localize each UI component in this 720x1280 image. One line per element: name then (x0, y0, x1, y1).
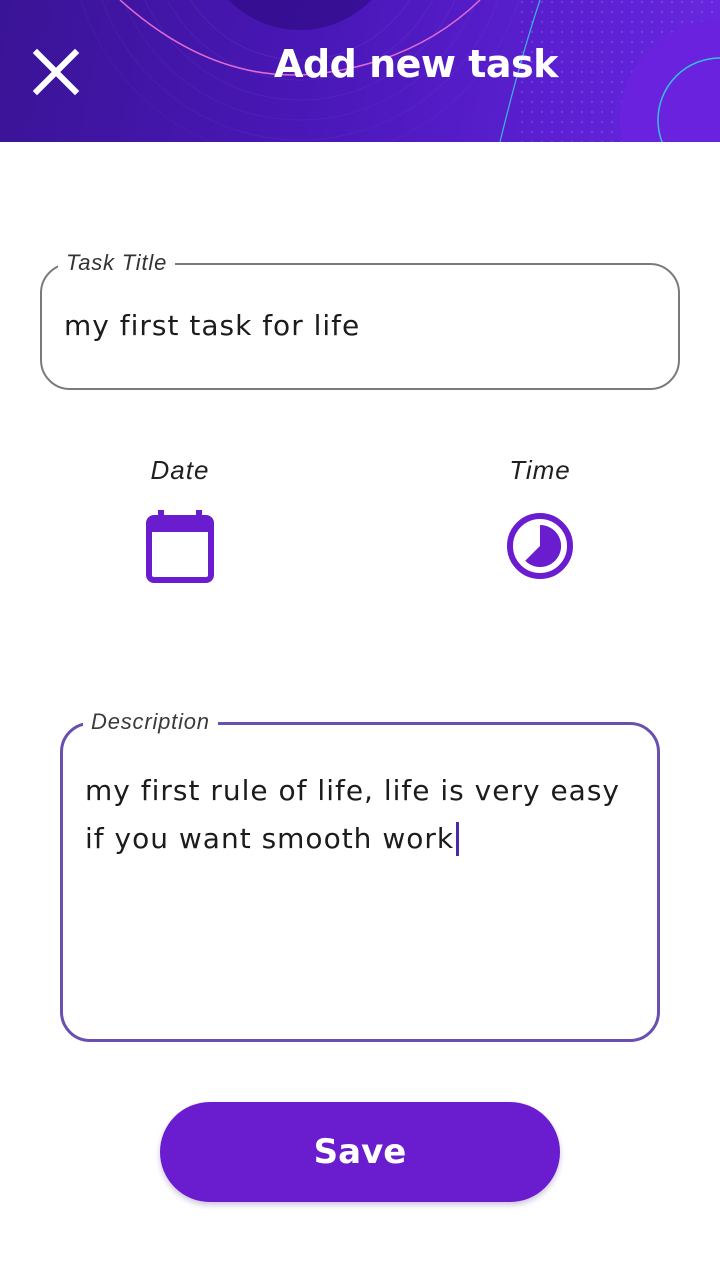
save-button[interactable]: Save (160, 1102, 560, 1202)
text-cursor (456, 822, 460, 856)
app-header: Add new task (0, 0, 720, 142)
time-picker[interactable]: Time (440, 454, 640, 584)
description-field[interactable]: Description my first rule of life, life … (60, 709, 660, 1042)
description-label: Description (83, 709, 218, 735)
date-picker[interactable]: Date (80, 454, 280, 584)
time-label: Time (509, 455, 571, 485)
description-text: my first rule of life, life is very easy… (85, 774, 620, 855)
page-title: Add new task (274, 42, 558, 86)
clock-icon[interactable] (504, 508, 576, 584)
task-title-field[interactable]: Task Title my first task for life (40, 250, 680, 390)
description-input[interactable]: my first rule of life, life is very easy… (85, 767, 645, 863)
date-label: Date (150, 455, 210, 485)
calendar-icon[interactable] (144, 508, 216, 584)
task-title-input[interactable]: my first task for life (64, 309, 360, 342)
task-title-label: Task Title (58, 250, 176, 276)
